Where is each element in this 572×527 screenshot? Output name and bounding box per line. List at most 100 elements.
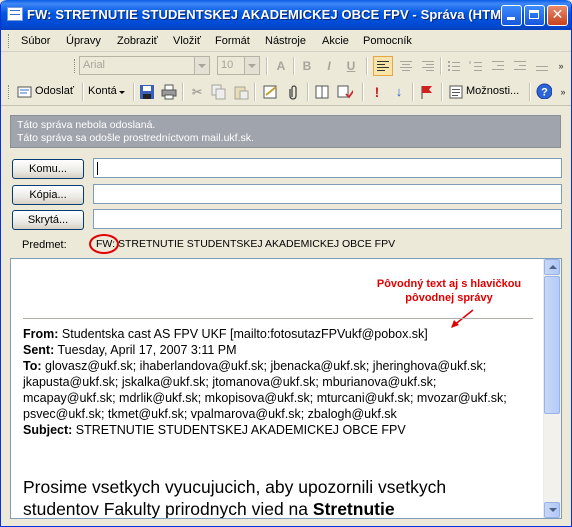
- bcc-button[interactable]: Skrytá...: [12, 210, 84, 230]
- from-label: From:: [23, 327, 59, 341]
- toolbar-overflow-icon[interactable]: »: [555, 84, 571, 100]
- separator: [182, 83, 184, 101]
- separator: [266, 57, 268, 75]
- numbering-icon[interactable]: [468, 58, 484, 74]
- bcc-field[interactable]: [93, 209, 562, 229]
- divider: [23, 318, 533, 319]
- menu-grip[interactable]: [8, 34, 12, 48]
- menu-nastroje[interactable]: Nástroje: [265, 35, 306, 47]
- send-icon: [17, 86, 32, 98]
- menu-format[interactable]: Formát: [215, 35, 250, 47]
- info-send-account: Táto správa sa odošle prostredníctvom ma…: [17, 132, 254, 144]
- options-icon: [449, 85, 463, 99]
- separator: [307, 83, 309, 101]
- body-line-2-text: studentov Fakulty prirodnych vied na: [23, 499, 313, 519]
- menu-pomocnik[interactable]: Pomocník: [363, 35, 412, 47]
- to-button[interactable]: Komu...: [12, 159, 84, 179]
- to-value-4: psvec@ukf.sk; tkmet@ukf.sk; vpalmarova@u…: [23, 407, 397, 421]
- toolbar-overflow-icon[interactable]: »: [553, 58, 569, 74]
- menu-vlozit[interactable]: Vložiť: [173, 35, 201, 47]
- menu-upravy[interactable]: Úpravy: [66, 35, 101, 47]
- font-color-icon[interactable]: A: [273, 58, 289, 74]
- signature-icon[interactable]: [263, 84, 279, 100]
- message-body[interactable]: Pôvodný text aj s hlavičkou pôvodnej spr…: [10, 258, 562, 519]
- body-line-2-bold: Stretnutie: [312, 499, 395, 519]
- vertical-scrollbar[interactable]: [543, 259, 561, 518]
- font-select[interactable]: Arial: [79, 56, 210, 75]
- menu-subor[interactable]: Súbor: [21, 35, 50, 47]
- from-line: From: Studentska cast AS FPV UKF [mailto…: [23, 327, 428, 342]
- separator: [362, 83, 364, 101]
- font-value: Arial: [83, 59, 106, 71]
- menu-zobrazit[interactable]: Zobraziť: [117, 35, 158, 47]
- menu-akcie[interactable]: Akcie: [322, 35, 349, 47]
- accounts-button[interactable]: Kontá: [86, 82, 130, 102]
- toolbar-grip[interactable]: [74, 59, 78, 73]
- cc-button[interactable]: Kópia...: [12, 185, 84, 205]
- scroll-down-button[interactable]: [544, 502, 560, 518]
- text-cursor: [97, 162, 98, 175]
- help-icon[interactable]: ?: [536, 83, 552, 99]
- body-line-2: studentov Fakulty prirodnych vied na Str…: [23, 499, 395, 519]
- annotation-line-1: Pôvodný text aj s hlavičkou: [376, 278, 522, 290]
- minimize-button[interactable]: [501, 5, 522, 26]
- fw-highlight-circle: [89, 234, 119, 254]
- decrease-indent-icon[interactable]: [490, 58, 506, 74]
- svg-text:?: ?: [541, 87, 548, 99]
- close-icon: ✕: [551, 7, 564, 23]
- align-left-icon: [377, 61, 389, 71]
- toolbar-grip[interactable]: [8, 85, 12, 99]
- subject-header-value: STRETNUTIE STUDENTSKEJ AKADEMICKEJ OBCE …: [75, 423, 406, 437]
- attach-icon[interactable]: [286, 84, 302, 100]
- subject-label: Predmet:: [22, 239, 67, 251]
- font-size-select[interactable]: 10: [217, 56, 260, 75]
- standard-toolbar: Odoslať Kontá ✂ ! ↓ Možnosti... ? »: [1, 79, 571, 106]
- send-button[interactable]: Odoslať: [15, 82, 79, 102]
- horizontal-line-icon[interactable]: [534, 58, 550, 74]
- minimize-icon: [507, 17, 515, 20]
- compose-window: FW: STRETNUTIE STUDENTSKEJ AKADEMICKEJ O…: [0, 0, 572, 527]
- increase-indent-icon[interactable]: [512, 58, 528, 74]
- accounts-label: Kontá: [88, 85, 117, 97]
- close-button[interactable]: ✕: [547, 5, 568, 26]
- cut-icon[interactable]: ✂: [189, 84, 205, 100]
- sent-label: Sent:: [23, 343, 55, 357]
- paste-icon[interactable]: [233, 84, 249, 100]
- separator: [529, 83, 531, 101]
- options-button[interactable]: Možnosti...: [447, 82, 527, 102]
- font-size-value: 10: [221, 59, 234, 71]
- send-label: Odoslať: [35, 85, 74, 97]
- center-icon[interactable]: [398, 58, 414, 74]
- separator: [366, 57, 368, 75]
- scroll-thumb[interactable]: [544, 276, 560, 414]
- address-book-icon[interactable]: [314, 84, 330, 100]
- separator: [440, 57, 442, 75]
- italic-icon[interactable]: I: [321, 58, 337, 74]
- to-field[interactable]: [93, 158, 562, 178]
- to-value-1: glovasz@ukf.sk; ihaberlandova@ukf.sk; jb…: [45, 359, 487, 373]
- maximize-icon: [529, 10, 539, 19]
- copy-icon[interactable]: [211, 84, 227, 100]
- original-text-annotation: Pôvodný text aj s hlavičkou pôvodnej spr…: [359, 277, 539, 305]
- importance-high-icon[interactable]: !: [369, 84, 385, 100]
- separator: [441, 83, 443, 101]
- bold-icon[interactable]: B: [299, 58, 315, 74]
- sent-line: Sent: Tuesday, April 17, 2007 3:11 PM: [23, 343, 237, 358]
- subject-field[interactable]: FW: STRETNUTIE STUDENTSKEJ AKADEMICKEJ O…: [93, 236, 562, 254]
- sent-value: Tuesday, April 17, 2007 3:11 PM: [57, 343, 237, 357]
- check-names-icon[interactable]: [337, 84, 353, 100]
- align-left-button[interactable]: [373, 56, 393, 76]
- align-right-icon[interactable]: [420, 58, 436, 74]
- save-icon[interactable]: [139, 84, 155, 100]
- subject-line: Subject: STRETNUTIE STUDENTSKEJ AKADEMIC…: [23, 423, 406, 438]
- title-bar[interactable]: FW: STRETNUTIE STUDENTSKEJ AKADEMICKEJ O…: [1, 0, 571, 30]
- separator: [254, 83, 256, 101]
- print-icon[interactable]: [161, 84, 177, 100]
- importance-low-icon[interactable]: ↓: [391, 84, 407, 100]
- scroll-up-button[interactable]: [544, 259, 560, 275]
- maximize-button[interactable]: [524, 5, 545, 26]
- underline-icon[interactable]: U: [343, 58, 359, 74]
- cc-field[interactable]: [93, 184, 562, 204]
- flag-icon[interactable]: [419, 84, 435, 100]
- bullets-icon[interactable]: [446, 58, 462, 74]
